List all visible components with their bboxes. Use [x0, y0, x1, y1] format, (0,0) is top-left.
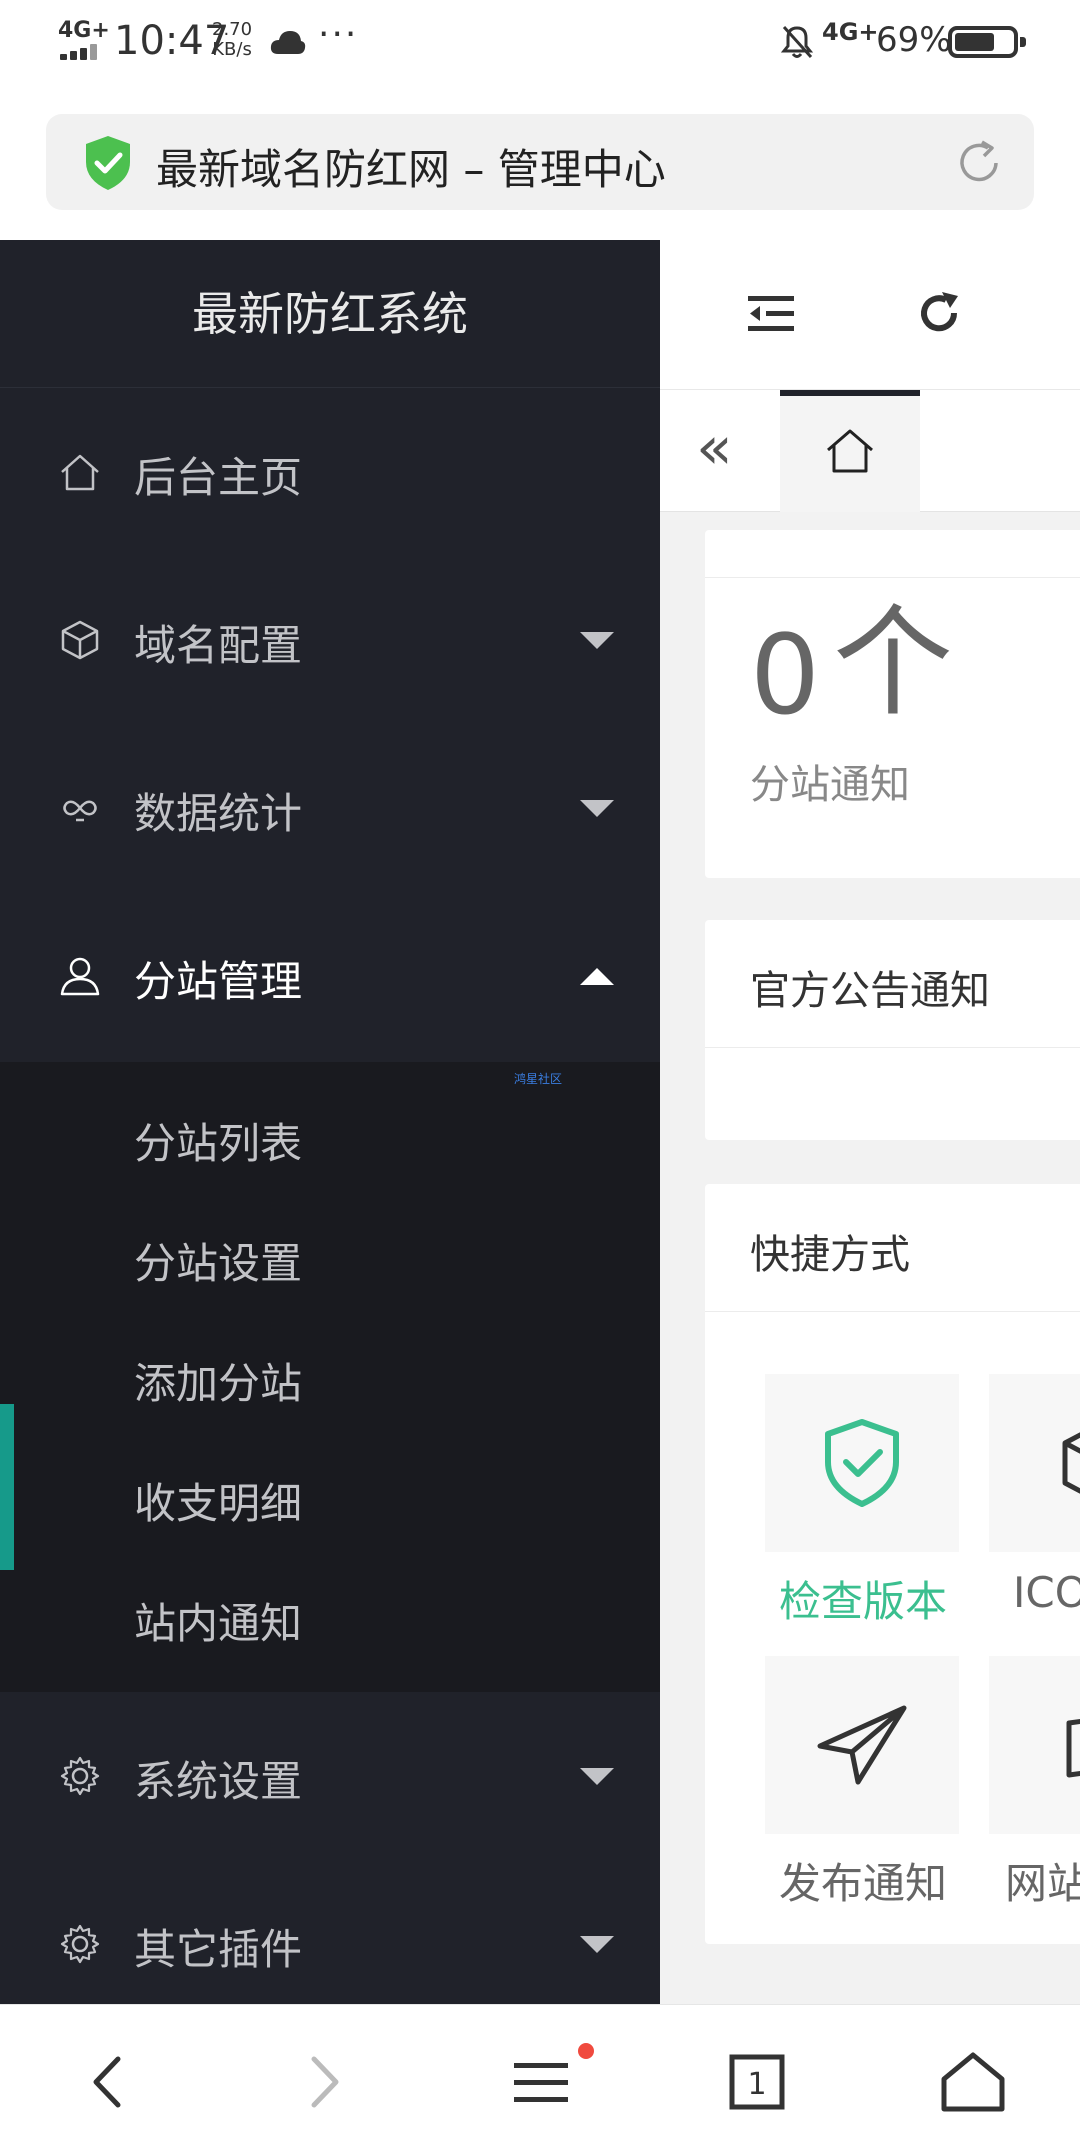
home-icon[interactable] [938, 2047, 1008, 2117]
net-speed-unit: KB/s [212, 39, 252, 60]
notification-dot [578, 2043, 594, 2059]
book-icon [1066, 1719, 1080, 1778]
stat-unit: 个 [833, 594, 953, 733]
chevron-down-icon [580, 800, 614, 817]
submenu-item-label: 分站设置 [134, 1239, 303, 1288]
card-title: 官方公告通知 [750, 968, 990, 1014]
tab-bar: « [660, 390, 1080, 512]
card-title: 快捷方式 [750, 1232, 910, 1278]
sidebar-item-statistics[interactable]: 数据统计 [0, 724, 660, 892]
sidebar-item-label: 后台主页 [134, 453, 303, 502]
quick-tile-publish[interactable] [765, 1656, 959, 1834]
submenu-item-settings[interactable]: 分站设置 [0, 1192, 660, 1312]
status-bar: 4G+ 10:47 2.70 KB/s ··· 4G+ 69% [0, 0, 1080, 86]
collapse-menu-icon[interactable] [746, 292, 796, 336]
quick-tile-check-version[interactable] [765, 1374, 959, 1552]
tab-scroll-left-icon[interactable]: « [696, 418, 733, 478]
signal-type: 4G+ [58, 18, 110, 43]
sidebar-item-substations[interactable]: 分站管理 [0, 892, 660, 1060]
stat-caption: 分站通知 [750, 762, 910, 808]
submenu-item-label: 收支明细 [134, 1479, 303, 1528]
more-icon: ··· [318, 14, 359, 55]
cloud-icon [270, 31, 306, 54]
quick-tile-label: ICO [1013, 1568, 1080, 1617]
notice-card: 官方公告通知 [705, 920, 1080, 1140]
main-content: « 0 个 分站通知 官方公告通知 快捷方式 检查版本 ICO 发布通知 网站 [660, 240, 1080, 2004]
quick-tile-site[interactable] [989, 1656, 1080, 1834]
menu-icon[interactable] [506, 2047, 576, 2117]
sidebar-item-home[interactable]: 后台主页 [0, 388, 660, 556]
infinity-icon [63, 800, 97, 822]
quick-links-card: 快捷方式 检查版本 ICO 发布通知 网站 [705, 1184, 1080, 1944]
sidebar-item-plugins[interactable]: 其它插件 [0, 1860, 660, 2004]
svg-text:1: 1 [747, 2067, 766, 2102]
content-toolbar [660, 240, 1080, 390]
refresh-icon[interactable] [916, 290, 962, 336]
battery-percent: 69% [876, 20, 952, 60]
card-header: 快捷方式 [705, 1184, 1080, 1312]
secure-shield-icon [86, 136, 130, 190]
signal-bars-icon [60, 44, 100, 60]
active-indicator [0, 1404, 14, 1570]
address-bar[interactable]: 最新域名防红网 – 管理中心 [46, 114, 1034, 210]
battery-icon [948, 26, 1026, 58]
browser-toolbar: 最新域名防红网 – 管理中心 [0, 86, 1080, 240]
stat-card: 0 个 分站通知 [705, 530, 1080, 878]
home-icon [61, 454, 99, 491]
sidebar-item-label: 分站管理 [134, 957, 303, 1006]
card-header-strip [705, 530, 1080, 578]
quick-tile-label: 网站 [1005, 1859, 1080, 1908]
card-header: 官方公告通知 [705, 920, 1080, 1048]
chevron-down-icon [580, 1768, 614, 1785]
mute-bell-icon [780, 25, 814, 59]
quick-tile-label: 检查版本 [779, 1577, 948, 1626]
sidebar-nav: 最新防红系统 后台主页 域名配置 数据统计 分站管理 鸿星社区 分站列表 分站设… [0, 240, 660, 2004]
sidebar-item-label: 域名配置 [134, 621, 303, 670]
quick-tile-label: 发布通知 [779, 1859, 948, 1908]
tabs-icon[interactable]: 1 [722, 2047, 792, 2117]
submenu-item-label: 添加分站 [134, 1359, 303, 1408]
sidebar-item-label: 其它插件 [134, 1925, 303, 1974]
chevron-down-icon [580, 1936, 614, 1953]
paper-plane-icon [817, 1705, 907, 1785]
sidebar-item-label: 系统设置 [134, 1757, 303, 1806]
chevron-down-icon [580, 632, 614, 649]
submenu-item-add[interactable]: 添加分站 [0, 1312, 660, 1432]
sidebar-item-system-settings[interactable]: 系统设置 [0, 1692, 660, 1860]
submenu-item-list[interactable]: 分站列表 [0, 1072, 660, 1192]
reload-icon[interactable] [952, 136, 1006, 190]
gear-icon [60, 1924, 100, 1964]
stat-value: 0 [750, 611, 820, 739]
quick-tile-ico[interactable] [989, 1374, 1080, 1552]
chevron-up-icon [580, 968, 614, 985]
cube-icon [1062, 1432, 1080, 1494]
gear-icon [60, 1756, 100, 1796]
back-icon[interactable] [74, 2047, 144, 2117]
sidebar-item-domain-config[interactable]: 域名配置 [0, 556, 660, 724]
sidebar-item-label: 数据统计 [134, 789, 303, 838]
network-type: 4G+ [822, 18, 879, 46]
submenu-item-label: 站内通知 [134, 1599, 303, 1648]
browser-bottom-nav: 1 [0, 2004, 1080, 2154]
net-speed-value: 2.70 [212, 19, 253, 40]
cube-icon [61, 620, 99, 660]
shield-check-icon [825, 1419, 899, 1507]
submenu-item-label: 分站列表 [134, 1119, 303, 1168]
home-icon [827, 429, 873, 473]
submenu-item-notice[interactable]: 站内通知 [0, 1552, 660, 1672]
submenu-substations: 鸿星社区 分站列表 分站设置 添加分站 收支明细 站内通知 [0, 1062, 660, 1692]
sidebar-logo: 最新防红系统 [0, 240, 660, 388]
forward-icon[interactable] [288, 2047, 358, 2117]
page-title: 最新域名防红网 – 管理中心 [156, 145, 666, 194]
user-icon [60, 957, 100, 996]
tab-home[interactable] [780, 390, 920, 512]
net-speed: 2.70 KB/s [212, 20, 252, 60]
submenu-item-finance[interactable]: 收支明细 [0, 1432, 660, 1552]
